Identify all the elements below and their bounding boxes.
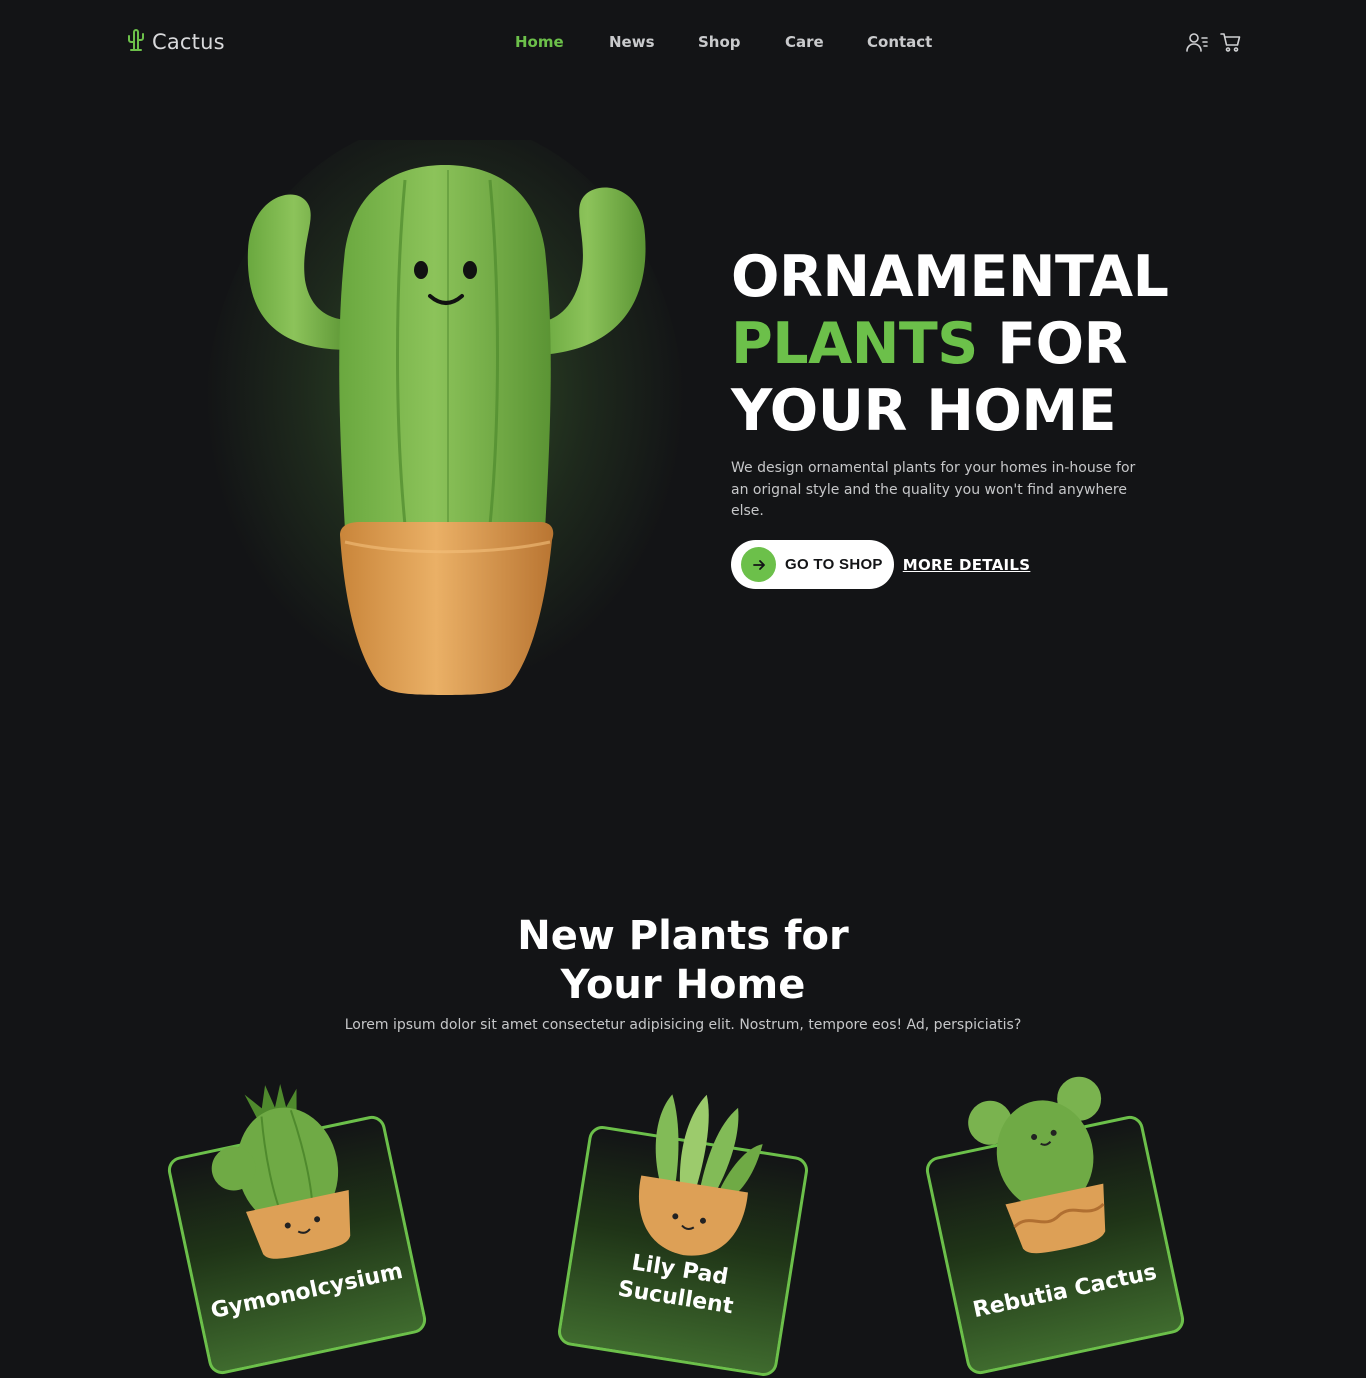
plant-card-name: Gymonolcysium	[208, 1258, 406, 1324]
go-to-shop-label: GO TO SHOP	[785, 556, 883, 573]
section-title-line1: New Plants for	[517, 913, 849, 959]
hero-title: ORNAMENTAL PLANTS FOR YOUR HOME	[731, 244, 1231, 445]
hero-title-line3: YOUR HOME	[731, 378, 1117, 444]
nav-shop[interactable]: Shop	[698, 33, 741, 51]
nav-contact[interactable]: Contact	[867, 33, 932, 51]
cart-icon[interactable]	[1219, 30, 1243, 54]
plant-card[interactable]: Gymonolcysium	[165, 1083, 429, 1377]
arrow-right-icon	[741, 547, 776, 582]
section-subtitle: Lorem ipsum dolor sit amet consectetur a…	[344, 1017, 1022, 1033]
section-title: New Plants for Your Home	[0, 912, 1366, 1010]
hero-title-highlight: PLANTS	[731, 311, 978, 377]
plant-card[interactable]: Lily Pad Sucullent	[556, 1094, 810, 1378]
section-title-line2: Your Home	[560, 962, 806, 1008]
plant-card[interactable]: Rebutia Cactus	[923, 1076, 1187, 1377]
hero-actions: GO TO SHOP MORE DETAILS	[731, 540, 1030, 589]
hero-title-line1: ORNAMENTAL	[731, 244, 1169, 310]
plant-image-rebutia-cactus	[968, 1076, 1106, 1254]
hero-description: We design ornamental plants for your hom…	[731, 460, 1136, 519]
more-details-link[interactable]: MORE DETAILS	[903, 556, 1031, 574]
header-actions	[1185, 30, 1243, 54]
hero-cactus-illustration	[200, 120, 690, 720]
plant-card-name: Rebutia Cactus	[970, 1259, 1159, 1324]
go-to-shop-button[interactable]: GO TO SHOP	[731, 540, 894, 589]
hero-content: ORNAMENTAL PLANTS FOR YOUR HOME We desig…	[731, 244, 1231, 523]
nav-news[interactable]: News	[609, 33, 655, 51]
user-menu-icon[interactable]	[1185, 30, 1209, 54]
main-nav: Home News Shop Care Contact	[0, 33, 1366, 53]
plant-image-gymnocalycium	[211, 1083, 351, 1259]
hero-title-line2-rest: FOR	[977, 311, 1127, 377]
nav-home[interactable]: Home	[515, 33, 564, 51]
plant-image-lily-pad-succulent	[639, 1094, 763, 1256]
nav-care[interactable]: Care	[785, 33, 824, 51]
